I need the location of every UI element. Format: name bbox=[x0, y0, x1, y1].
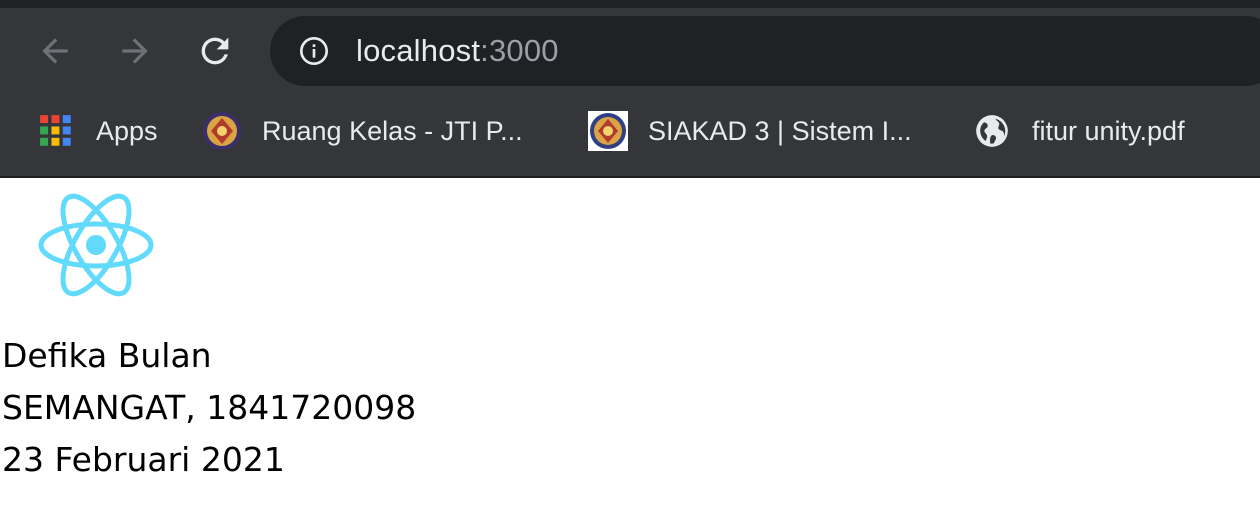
browser-toolbar: localhost:3000 bbox=[0, 8, 1260, 94]
name-text: Defika Bulan bbox=[2, 336, 212, 375]
bookmarks-bar: Apps Ruang Kelas - JTI P... SIAKAD 3 | S… bbox=[0, 94, 1260, 176]
site-info-button[interactable] bbox=[298, 35, 330, 67]
address-bar[interactable]: localhost:3000 bbox=[270, 16, 1260, 86]
back-arrow-icon bbox=[42, 38, 68, 64]
bookmark-ruang-kelas[interactable]: Ruang Kelas - JTI P... bbox=[202, 106, 523, 156]
tab-strip bbox=[0, 0, 1260, 8]
forward-button[interactable] bbox=[114, 30, 156, 72]
text-block: Defika Bulan SEMANGAT, 1841720098 23 Feb… bbox=[2, 330, 416, 486]
bookmark-apps[interactable]: Apps bbox=[36, 106, 158, 156]
date-text: 23 Februari 2021 bbox=[2, 440, 285, 479]
reload-button[interactable] bbox=[194, 30, 236, 72]
info-icon bbox=[300, 37, 328, 65]
polinema-logo-icon bbox=[588, 111, 628, 151]
browser-chrome: localhost:3000 Apps Ruang Kelas - JTI P.… bbox=[0, 0, 1260, 178]
motto-text: SEMANGAT, 1841720098 bbox=[2, 388, 417, 427]
react-logo-icon bbox=[38, 193, 154, 297]
bookmark-label: Ruang Kelas - JTI P... bbox=[262, 115, 523, 146]
url-port: :3000 bbox=[480, 33, 559, 68]
back-button[interactable] bbox=[34, 30, 76, 72]
page-content: Defika Bulan SEMANGAT, 1841720098 23 Feb… bbox=[0, 178, 1260, 514]
bookmark-label: Apps bbox=[96, 115, 158, 146]
url-text[interactable]: localhost:3000 bbox=[356, 33, 559, 69]
url-host: localhost bbox=[356, 33, 481, 68]
reload-icon bbox=[201, 37, 229, 65]
bookmark-label: fitur unity.pdf bbox=[1032, 115, 1185, 146]
apps-grid-icon bbox=[36, 111, 76, 151]
bookmark-fitur-unity[interactable]: fitur unity.pdf bbox=[972, 106, 1185, 156]
forward-arrow-icon bbox=[122, 38, 148, 64]
polinema-logo-icon bbox=[202, 111, 242, 151]
bookmark-siakad[interactable]: SIAKAD 3 | Sistem I... bbox=[588, 106, 912, 156]
globe-icon bbox=[972, 111, 1012, 151]
bookmark-label: SIAKAD 3 | Sistem I... bbox=[648, 115, 912, 146]
